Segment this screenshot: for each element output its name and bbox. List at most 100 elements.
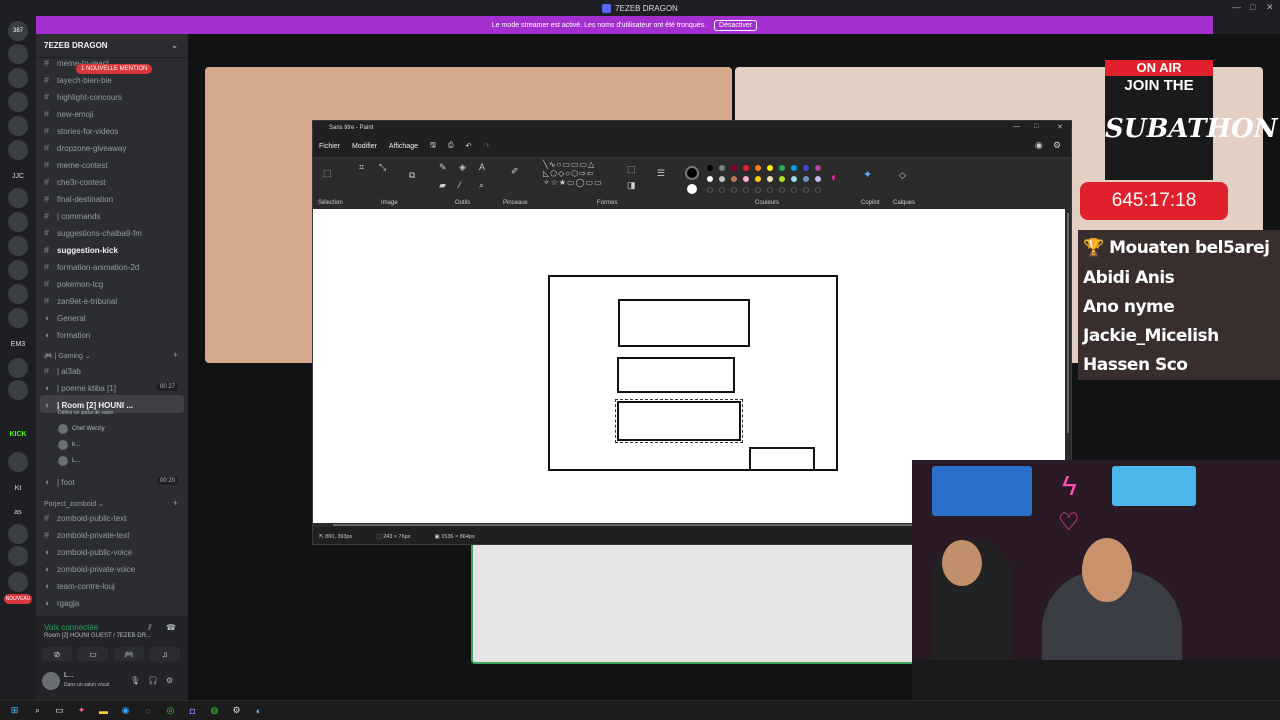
fill-shape-icon[interactable]: ◨ xyxy=(627,180,636,191)
color-swatch[interactable] xyxy=(803,176,809,182)
activity-button[interactable]: 🎮 xyxy=(114,647,144,661)
start-icon[interactable]: ⊞ xyxy=(8,704,21,717)
color-swatch[interactable] xyxy=(719,165,725,171)
server-icon[interactable] xyxy=(8,140,28,160)
channel-item[interactable]: ◖ team-contre-louj xyxy=(44,581,115,591)
voice-user[interactable]: k... xyxy=(58,440,80,450)
soundboard-button[interactable]: ♫ xyxy=(150,647,180,661)
custom-color-slot[interactable] xyxy=(803,187,809,193)
server-icon[interactable] xyxy=(8,188,28,208)
headphones-icon[interactable]: 🎧 xyxy=(148,676,158,685)
color-swatch[interactable] xyxy=(731,165,737,171)
save-icon[interactable]: 🖫 xyxy=(424,141,442,152)
screen-share-button[interactable]: ▭ xyxy=(78,647,108,661)
channel-item[interactable]: # suggestion-kick xyxy=(44,245,118,255)
microphone-icon[interactable]: 🎙 xyxy=(130,676,140,685)
text-icon[interactable]: A xyxy=(479,162,485,172)
channel-item[interactable]: # pokemon-tcg xyxy=(44,279,103,289)
color-swatch[interactable] xyxy=(743,165,749,171)
settings-taskbar-icon[interactable]: ⚙ xyxy=(230,704,243,717)
server-icon[interactable] xyxy=(8,572,28,592)
channel-item[interactable]: ◖ General xyxy=(44,313,85,323)
color-swatch[interactable] xyxy=(755,176,761,182)
redo-icon[interactable]: ↷ xyxy=(477,142,495,150)
color-picker-icon[interactable]: ⁄ xyxy=(459,180,461,190)
selection-tool-icon[interactable]: ⬚ xyxy=(323,168,332,179)
category-project[interactable]: Porject_zomboid ⌄ xyxy=(44,500,104,508)
close-icon[interactable]: ✕ xyxy=(1266,2,1274,13)
color-2-swatch[interactable] xyxy=(687,184,697,194)
server-icon[interactable] xyxy=(8,116,28,136)
color-swatch[interactable] xyxy=(707,176,713,182)
server-header[interactable]: 7EZEB DRAGON ⌄ xyxy=(36,34,188,58)
add-channel-icon[interactable]: + xyxy=(173,498,178,508)
channel-item[interactable]: # zomboid-private-text xyxy=(44,530,129,540)
undo-icon[interactable]: ↶ xyxy=(460,142,478,150)
new-mention-badge[interactable]: 1 NOUVELLE MENTION xyxy=(76,64,153,74)
eraser-icon[interactable]: ▰ xyxy=(439,180,446,191)
server-icon[interactable] xyxy=(8,284,28,304)
camera-button[interactable]: ⊘ xyxy=(42,647,72,661)
channel-item[interactable]: # dropzone-giveaway xyxy=(44,143,126,153)
room-status-text[interactable]: Définir un statut de salon xyxy=(58,410,113,416)
channel-item[interactable]: # zomboid-public-text xyxy=(44,513,126,523)
maximize-icon[interactable]: □ xyxy=(1250,2,1255,12)
chrome-icon[interactable]: ◎ xyxy=(164,704,177,717)
channel-item[interactable]: # tayech-bien-bie xyxy=(44,75,112,85)
maximize-icon[interactable]: □ xyxy=(1034,123,1038,130)
channel-item[interactable]: # final-destination xyxy=(44,194,113,204)
add-channel-icon[interactable]: + xyxy=(173,350,178,360)
voice-channel-item[interactable]: ◖ | foot xyxy=(44,477,75,487)
task-view-icon[interactable]: ▭ xyxy=(53,704,66,717)
file-explorer-icon[interactable]: ▬ xyxy=(97,704,110,717)
menu-edit[interactable]: Modifier xyxy=(346,143,383,150)
channel-item[interactable]: # stories-for-videos xyxy=(44,126,118,136)
app-icon[interactable]: ◌ xyxy=(141,704,154,717)
discord-taskbar-icon[interactable]: ◘ xyxy=(186,704,199,717)
server-icon[interactable] xyxy=(8,68,28,88)
category-gaming[interactable]: 🎮 | Gaming ⌄ xyxy=(44,352,91,360)
channel-item[interactable]: # new-emoji xyxy=(44,109,93,119)
crop-icon[interactable]: ⌗ xyxy=(359,162,364,173)
channel-item[interactable]: # suggestions-chalba9-fm xyxy=(44,228,142,238)
pencil-icon[interactable]: ✎ xyxy=(439,162,447,173)
settings-icon[interactable]: ⚙ xyxy=(1053,140,1061,151)
settings-icon[interactable]: ⚙ xyxy=(166,676,173,685)
account-icon[interactable]: ◉ xyxy=(1035,140,1043,151)
voice-room[interactable]: Room [2] HOUNI GUEST / 7EZEB DR... xyxy=(44,633,151,639)
search-icon[interactable]: ⌕ xyxy=(31,704,44,717)
disconnect-icon[interactable]: ☎ xyxy=(166,623,176,632)
share-icon[interactable]: ⎙ xyxy=(442,142,460,150)
server-icon[interactable] xyxy=(8,92,28,112)
server-icon[interactable] xyxy=(8,358,28,378)
server-icon[interactable]: as xyxy=(8,502,28,522)
channel-item[interactable]: # meme-contest xyxy=(44,160,108,170)
channel-item[interactable]: ◖ rgagja xyxy=(44,598,79,608)
resize-icon[interactable]: ⤡ xyxy=(379,162,386,173)
layers-icon[interactable]: ◇ xyxy=(899,170,906,181)
custom-color-slot[interactable] xyxy=(815,187,821,193)
channel-item[interactable]: # zan9et-e-tribunal xyxy=(44,296,117,306)
server-icon[interactable]: 387 xyxy=(8,21,28,41)
chevron-down-icon[interactable]: ⌄ xyxy=(171,41,178,50)
color-swatch[interactable] xyxy=(791,165,797,171)
color-swatch[interactable] xyxy=(743,176,749,182)
server-icon[interactable]: EM3 xyxy=(8,334,28,354)
image-select-icon[interactable]: ⧉ xyxy=(409,170,415,181)
server-icon[interactable] xyxy=(8,308,28,328)
magnifier-icon[interactable]: ⌕ xyxy=(479,180,484,191)
server-icon[interactable]: JJC xyxy=(8,166,28,186)
fill-icon[interactable]: ◈ xyxy=(459,162,466,173)
color-swatch[interactable] xyxy=(815,176,821,182)
custom-color-slot[interactable] xyxy=(743,187,749,193)
server-icon[interactable] xyxy=(8,524,28,544)
server-icon[interactable] xyxy=(8,260,28,280)
voice-user[interactable]: Chef Werzly xyxy=(58,424,105,434)
stroke-size-icon[interactable]: ☰ xyxy=(657,168,665,179)
brushes-icon[interactable]: ✐ xyxy=(511,166,519,177)
custom-color-slot[interactable] xyxy=(719,187,725,193)
server-icon[interactable] xyxy=(8,212,28,232)
server-icon[interactable] xyxy=(8,546,28,566)
color-swatch[interactable] xyxy=(803,165,809,171)
channel-item[interactable]: # che3r-contest xyxy=(44,177,105,187)
